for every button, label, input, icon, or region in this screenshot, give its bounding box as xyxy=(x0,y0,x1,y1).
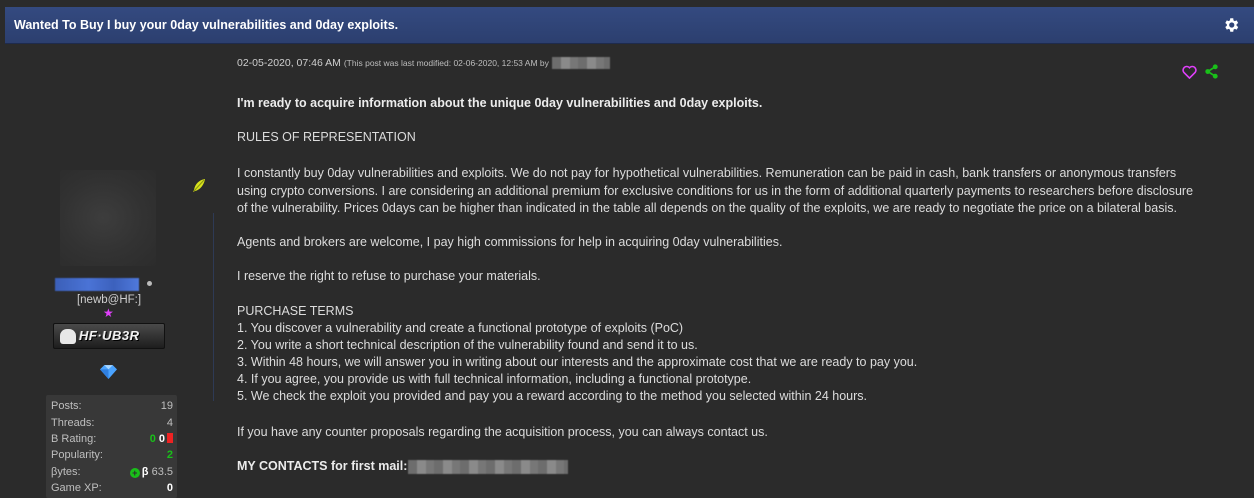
stat-label: Game XP: xyxy=(51,482,102,495)
post-container: Wanted To Buy I buy your 0day vulnerabil… xyxy=(5,7,1254,498)
feather-icon xyxy=(193,179,205,192)
thread-header: Wanted To Buy I buy your 0day vulnerabil… xyxy=(5,7,1254,44)
rules-text-line: of the vulnerability. Prices 0days can b… xyxy=(237,201,1177,215)
counter-paragraph: If you have any counter proposals regard… xyxy=(237,425,768,439)
terms-item: 4. If you agree, you provide us with ful… xyxy=(237,372,752,386)
sidebar-divider xyxy=(213,213,214,401)
diamond-icon xyxy=(100,365,117,379)
thread-title: Wanted To Buy I buy your 0day vulnerabil… xyxy=(14,18,399,32)
stat-value[interactable]: 0 0 xyxy=(149,432,173,445)
terms-item: 3. Within 48 hours, we will answer you i… xyxy=(237,355,918,369)
contacts-label: MY CONTACTS for first mail: xyxy=(237,459,408,473)
stat-value[interactable]: 4 xyxy=(167,417,173,429)
userbar-label: HF·UB3R xyxy=(79,328,140,343)
rating-negative xyxy=(167,432,173,443)
stat-b-rating: B Rating: 0 0 xyxy=(51,431,173,447)
contacts-line: MY CONTACTS for first mail: xyxy=(237,458,569,475)
rating-neutral: 0 xyxy=(158,432,165,445)
author-sidebar: [newb@HF:] ★ HF·UB3R Posts: 19 Threads: … xyxy=(5,45,213,498)
skull-icon xyxy=(60,329,76,344)
agents-paragraph: Agents and brokers are welcome, I pay hi… xyxy=(237,235,783,249)
post-date-line: 02-05-2020, 07:46 AM (This post was last… xyxy=(237,57,1237,71)
stat-label: B Rating: xyxy=(51,432,97,445)
bytes-amount: 63.5 xyxy=(151,465,173,478)
post-modified-note: (This post was last modified: 02-06-2020… xyxy=(343,58,549,68)
gear-icon[interactable] xyxy=(1222,16,1240,34)
reserve-paragraph: I reserve the right to refuse to purchas… xyxy=(237,269,541,283)
post-date[interactable]: 02-05-2020, 07:46 AM xyxy=(237,57,341,69)
rules-text-line: I constantly buy 0day vulnerabilities an… xyxy=(237,166,1177,180)
editor-redacted xyxy=(551,57,610,70)
heart-icon[interactable] xyxy=(1182,65,1197,79)
terms-heading: PURCHASE TERMS xyxy=(237,304,354,318)
share-icon[interactable] xyxy=(1204,64,1219,79)
stat-value[interactable]: + β 63.5 xyxy=(129,465,173,478)
terms-item: 1. You discover a vulnerability and crea… xyxy=(237,321,684,335)
username-redacted[interactable] xyxy=(55,278,139,291)
stat-label: βytes: xyxy=(51,465,81,478)
stat-value[interactable]: 19 xyxy=(161,400,173,412)
stat-label: Posts: xyxy=(51,400,82,413)
stat-label: Popularity: xyxy=(51,449,103,462)
stat-value[interactable]: 0 xyxy=(167,482,173,494)
stat-posts: Posts: 19 xyxy=(51,398,173,414)
rules-text-line: using crypto conversions. I are consider… xyxy=(237,184,1194,198)
userbar: HF·UB3R xyxy=(53,323,165,349)
rules-heading: RULES OF REPRESENTATION xyxy=(237,130,416,144)
terms-item: 2. You write a short technical descripti… xyxy=(237,338,698,352)
post-actions xyxy=(1182,63,1227,83)
stat-threads: Threads: 4 xyxy=(51,414,173,430)
terms-item: 5. We check the exploit you provided and… xyxy=(237,389,868,403)
stat-label: Threads: xyxy=(51,416,95,429)
stat-bytes: βytes: + β 63.5 xyxy=(51,464,173,480)
post-meta: 02-05-2020, 07:46 AM (This post was last… xyxy=(237,57,1237,71)
contact-redacted xyxy=(408,459,569,474)
bytes-symbol: β xyxy=(141,465,149,478)
user-stats-panel: Posts: 19 Threads: 4 B Rating: 0 0 Popul… xyxy=(46,395,177,498)
stat-popularity: Popularity: 2 xyxy=(51,447,173,463)
avatar[interactable] xyxy=(60,170,156,266)
rating-positive: 0 xyxy=(149,432,156,445)
plus-circle-icon: + xyxy=(129,467,140,478)
star-icon: ★ xyxy=(103,306,114,320)
stat-value[interactable]: 2 xyxy=(167,449,173,461)
stat-game-xp: Game XP: 0 xyxy=(51,480,173,496)
post-headline: I'm ready to acquire information about t… xyxy=(237,96,763,110)
user-title: [newb@HF:] xyxy=(76,294,142,306)
online-status-dot xyxy=(147,281,152,286)
